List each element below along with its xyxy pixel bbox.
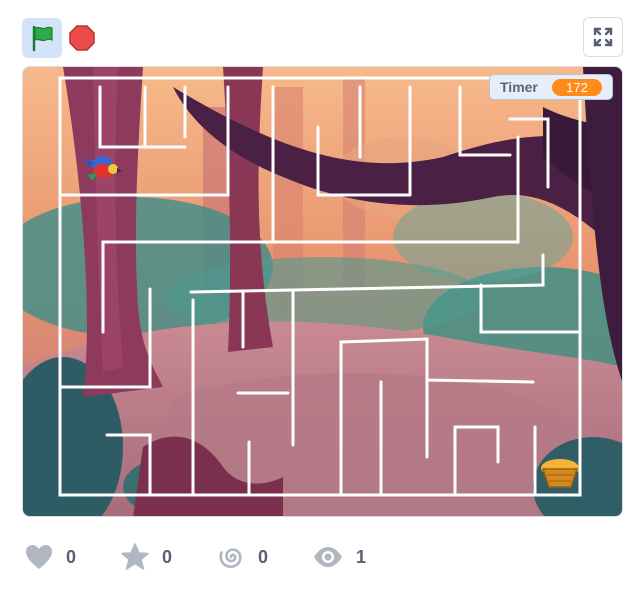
fullscreen-icon [593,27,613,47]
eye-icon [314,547,342,567]
stop-sign-icon [69,25,95,51]
heart-icon [26,545,52,569]
favorites-count: 0 [162,546,173,567]
stage[interactable]: Timer 172 [22,66,623,517]
remixes-count: 0 [258,546,269,567]
remixes-stat[interactable]: 0 [216,540,268,574]
jungle-background [23,67,622,516]
player-toolbar [0,0,639,66]
green-flag-button[interactable] [22,18,62,58]
project-stats: 0 0 0 1 [0,530,639,585]
green-flag-icon [32,25,53,52]
fullscreen-button[interactable] [583,17,623,57]
stop-button[interactable] [66,22,98,54]
timer-monitor: Timer 172 [489,74,613,100]
views-count: 1 [356,546,367,567]
remix-spiral-icon [219,548,242,568]
timer-value: 172 [552,79,602,96]
loves-count: 0 [66,546,77,567]
favorites-stat[interactable]: 0 [120,540,172,574]
views-stat[interactable]: 1 [312,540,366,574]
loves-stat[interactable]: 0 [24,540,76,574]
timer-label: Timer [500,79,538,95]
star-icon [121,543,149,570]
